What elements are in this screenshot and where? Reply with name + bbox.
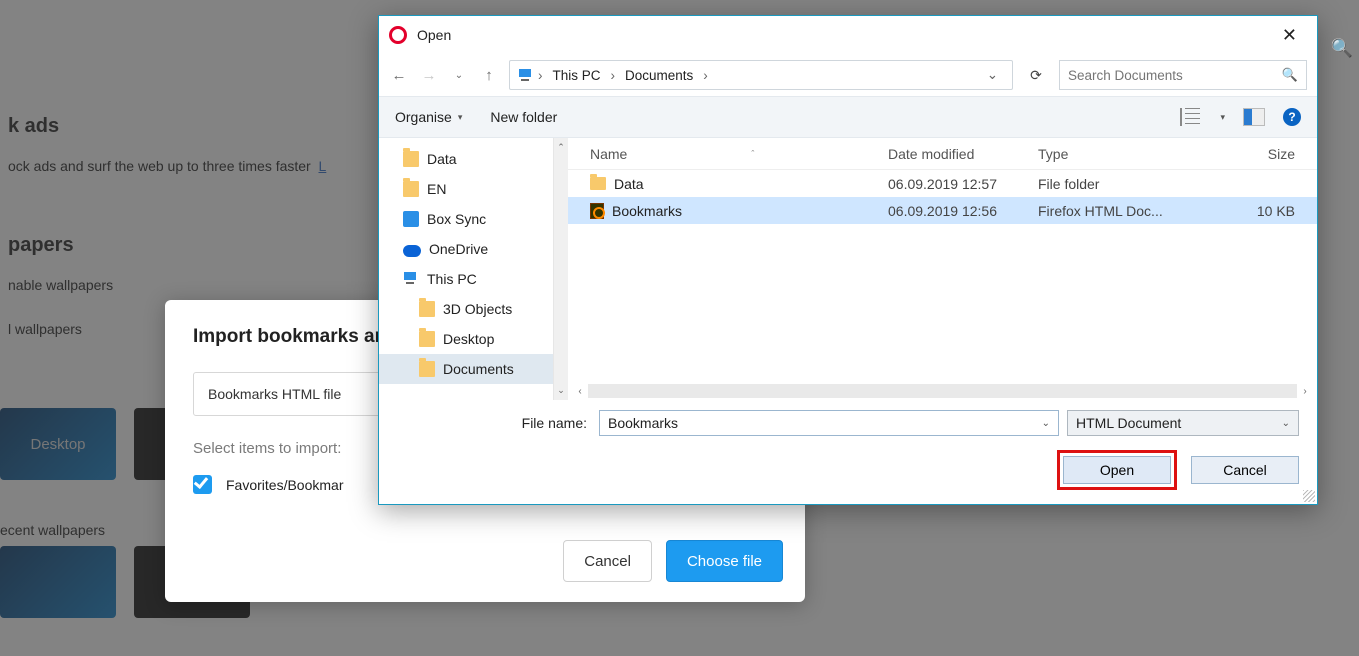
file-size: 10 KB [1188, 203, 1317, 219]
crumb-this-pc[interactable]: This PC [549, 68, 605, 83]
folder-icon [419, 301, 435, 317]
open-button-highlight: Open [1057, 450, 1177, 490]
titlebar: Open ✕ [379, 16, 1317, 54]
filename-input[interactable]: Bookmarks ⌄ [599, 410, 1059, 436]
import-cancel-button[interactable]: Cancel [563, 540, 652, 582]
search-icon[interactable]: 🔍 [1331, 38, 1353, 59]
toolbar: Organise New folder ▾ ? [379, 96, 1317, 138]
tree-item-desktop[interactable]: Desktop [379, 324, 553, 354]
hscroll-left[interactable]: ‹ [572, 386, 588, 397]
view-mode-dropdown[interactable]: ▾ [1220, 112, 1225, 123]
preview-pane-icon[interactable] [1243, 108, 1265, 126]
tree-scrollbar[interactable]: ⌃ ⌄ [554, 138, 568, 400]
file-name: Data [614, 176, 644, 192]
breadcrumb[interactable]: This PC Documents ⌄ [509, 60, 1013, 90]
import-source-value: Bookmarks HTML file [208, 386, 341, 402]
tree-item-data[interactable]: Data [379, 144, 553, 174]
tree-label: Data [427, 151, 457, 167]
close-button[interactable]: ✕ [1272, 21, 1307, 50]
folder-icon [590, 177, 606, 190]
tree-label: OneDrive [429, 241, 488, 257]
col-date[interactable]: Date modified [888, 146, 1038, 162]
tree-label: Desktop [443, 331, 494, 347]
refresh-button[interactable]: ⟳ [1023, 67, 1049, 84]
dialog-title: Open [417, 27, 1272, 43]
file-row[interactable]: Bookmarks 06.09.2019 12:56Firefox HTML Do… [568, 197, 1317, 224]
forward-button[interactable]: → [419, 67, 439, 84]
tree-item-onedrive[interactable]: OneDrive [379, 234, 553, 264]
nav-row: ← → ⌄ ↑ This PC Documents ⌄ ⟳ 🔍 [379, 54, 1317, 96]
file-name: Bookmarks [612, 203, 682, 219]
tree-item-box-sync[interactable]: Box Sync [379, 204, 553, 234]
breadcrumb-dropdown[interactable]: ⌄ [987, 67, 1004, 83]
cloud-icon [403, 245, 421, 257]
folder-icon [419, 361, 435, 377]
file-open-dialog: Open ✕ ← → ⌄ ↑ This PC Documents ⌄ ⟳ 🔍 O… [378, 15, 1318, 505]
file-row[interactable]: Data 06.09.2019 12:57File folder [568, 170, 1317, 197]
back-button[interactable]: ← [389, 67, 409, 84]
dialog-footer: File name: Bookmarks ⌄ HTML Document ⌄ O… [379, 400, 1317, 504]
filter-dropdown[interactable]: ⌄ [1282, 418, 1290, 429]
col-size[interactable]: Size [1188, 146, 1317, 162]
tree-label: EN [427, 181, 446, 197]
file-listing: Nameˆ Date modified Type Size Data 06.09.… [568, 138, 1317, 400]
pc-icon [518, 68, 532, 82]
up-button[interactable]: ↑ [479, 67, 499, 84]
search-input[interactable] [1068, 68, 1276, 83]
tree-label: Box Sync [427, 211, 486, 227]
tree-label: 3D Objects [443, 301, 512, 317]
box-icon [403, 211, 419, 227]
tree-item-en[interactable]: EN [379, 174, 553, 204]
file-type: File folder [1038, 176, 1188, 192]
history-dropdown[interactable]: ⌄ [449, 70, 469, 81]
new-folder-button[interactable]: New folder [490, 109, 557, 125]
view-mode-icon[interactable] [1180, 108, 1202, 126]
help-icon[interactable]: ? [1283, 108, 1301, 126]
tree-scroll-up[interactable]: ⌃ [557, 142, 565, 153]
tree-item-this-pc[interactable]: This PC [379, 264, 553, 294]
folder-icon [419, 331, 435, 347]
favorites-label: Favorites/Bookmar [226, 477, 343, 493]
hscroll-track[interactable] [588, 384, 1297, 398]
choose-file-button[interactable]: Choose file [666, 540, 783, 582]
file-type: Firefox HTML Doc... [1038, 203, 1188, 219]
tree-label: This PC [427, 271, 477, 287]
filename-dropdown[interactable]: ⌄ [1042, 418, 1050, 429]
search-box[interactable]: 🔍 [1059, 60, 1307, 90]
organise-menu[interactable]: Organise [395, 109, 462, 125]
hscroll-right[interactable]: › [1297, 386, 1313, 397]
filename-label: File name: [397, 415, 591, 431]
html-icon [590, 203, 604, 219]
col-name[interactable]: Nameˆ [568, 146, 888, 162]
h-scrollbar[interactable]: ‹ › [568, 382, 1317, 400]
opera-icon [389, 26, 407, 44]
filter-value: HTML Document [1076, 415, 1181, 431]
favorites-checkbox[interactable] [193, 475, 212, 494]
folder-tree[interactable]: Data EN Box Sync OneDrive This PC 3D Objects D… [379, 138, 554, 400]
folder-icon [403, 151, 419, 167]
resize-grip[interactable] [1303, 490, 1315, 502]
tree-label: Documents [443, 361, 514, 377]
search-icon-inner[interactable]: 🔍 [1282, 67, 1298, 83]
tree-item-3d-objects[interactable]: 3D Objects [379, 294, 553, 324]
file-date: 06.09.2019 12:57 [888, 176, 1038, 192]
folder-icon [403, 181, 419, 197]
crumb-documents[interactable]: Documents [621, 68, 697, 83]
tree-item-documents[interactable]: Documents [379, 354, 553, 384]
filename-value: Bookmarks [608, 415, 678, 431]
file-type-filter[interactable]: HTML Document ⌄ [1067, 410, 1299, 436]
pc-icon [403, 271, 419, 287]
tree-scroll-down[interactable]: ⌄ [557, 385, 565, 396]
col-type[interactable]: Type [1038, 146, 1188, 162]
open-button[interactable]: Open [1063, 456, 1171, 484]
column-headers[interactable]: Nameˆ Date modified Type Size [568, 138, 1317, 170]
cancel-button[interactable]: Cancel [1191, 456, 1299, 484]
file-date: 06.09.2019 12:56 [888, 203, 1038, 219]
